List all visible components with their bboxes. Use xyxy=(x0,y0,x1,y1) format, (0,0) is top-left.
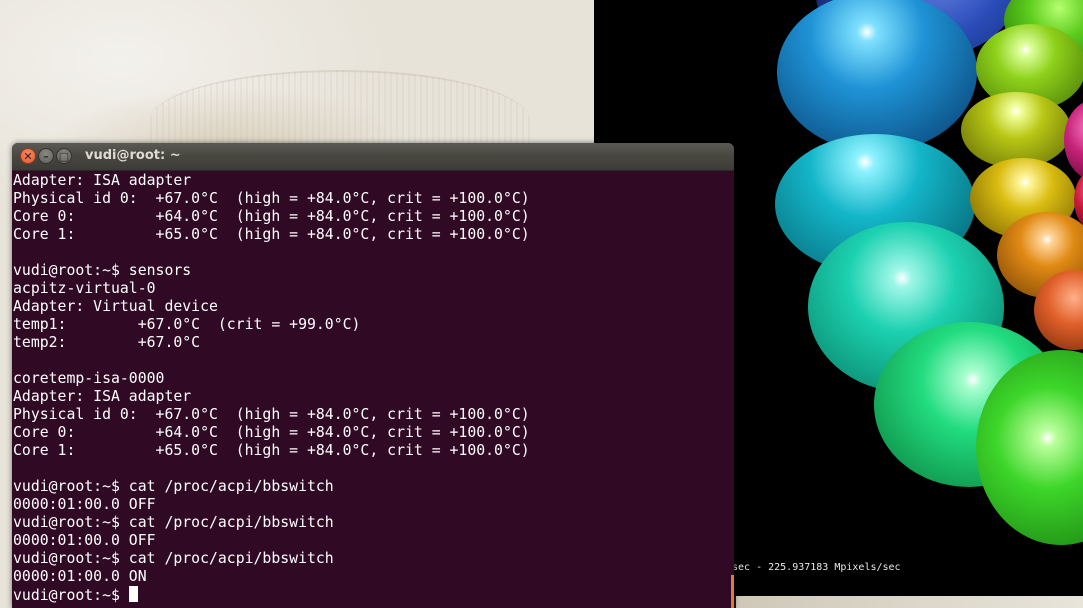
terminal-line: vudi@root:~$ cat /proc/acpi/bbswitch xyxy=(13,550,334,567)
terminal-line: coretemp-isa-0000 xyxy=(13,370,165,387)
terminal-line: 0000:01:00.0 OFF xyxy=(13,496,156,513)
terminal-line: Adapter: ISA adapter xyxy=(13,388,192,405)
terminal-line: 0000:01:00.0 OFF xyxy=(13,532,156,549)
terminal-window[interactable]: ✕ – ▢ vudi@root: ~ Adapter: ISA adapter … xyxy=(12,143,734,608)
terminal-line: Physical id 0: +67.0°C (high = +84.0°C, … xyxy=(13,190,530,207)
terminal-line: Adapter: ISA adapter xyxy=(13,172,192,189)
desktop: sec - 225.937183 Mpixels/sec ✕ – ▢ vudi@… xyxy=(0,0,1083,608)
terminal-line: Adapter: Virtual device xyxy=(13,298,218,315)
fps-readout: sec - 225.937183 Mpixels/sec xyxy=(732,562,901,573)
terminal-line: Core 1: +65.0°C (high = +84.0°C, crit = … xyxy=(13,226,530,243)
window-title: vudi@root: ~ xyxy=(85,148,181,163)
terminal-line: Core 0: +64.0°C (high = +84.0°C, crit = … xyxy=(13,424,530,441)
terminal-line: vudi@root:~$ cat /proc/acpi/bbswitch xyxy=(13,478,334,495)
terminal-line: 0000:01:00.0 ON xyxy=(13,568,147,585)
desktop-wallpaper-edge xyxy=(736,596,1083,608)
terminal-line: acpitz-virtual-0 xyxy=(13,280,156,297)
terminal-prompt-line[interactable]: vudi@root:~$ xyxy=(13,586,734,604)
close-window-button[interactable]: ✕ xyxy=(20,148,36,164)
sphere xyxy=(777,0,977,152)
sphere xyxy=(961,92,1071,168)
terminal-line: Core 1: +65.0°C (high = +84.0°C, crit = … xyxy=(13,442,530,459)
shell-prompt: vudi@root:~$ xyxy=(13,587,129,604)
terminal-titlebar[interactable]: ✕ – ▢ vudi@root: ~ xyxy=(12,143,734,171)
terminal-line: temp1: +67.0°C (crit = +99.0°C) xyxy=(13,316,361,333)
terminal-output[interactable]: Adapter: ISA adapter Physical id 0: +67.… xyxy=(12,171,734,604)
terminal-line: Core 0: +64.0°C (high = +84.0°C, crit = … xyxy=(13,208,530,225)
terminal-line: vudi@root:~$ sensors xyxy=(13,262,192,279)
terminal-line: Physical id 0: +67.0°C (high = +84.0°C, … xyxy=(13,406,530,423)
terminal-line: vudi@root:~$ cat /proc/acpi/bbswitch xyxy=(13,514,334,531)
text-cursor xyxy=(128,586,138,602)
sphere xyxy=(1064,100,1083,180)
maximize-window-button[interactable]: ▢ xyxy=(56,148,72,164)
window-edge-accent xyxy=(731,575,734,608)
minimize-window-button[interactable]: – xyxy=(38,148,54,164)
terminal-line: temp2: +67.0°C xyxy=(13,334,201,351)
